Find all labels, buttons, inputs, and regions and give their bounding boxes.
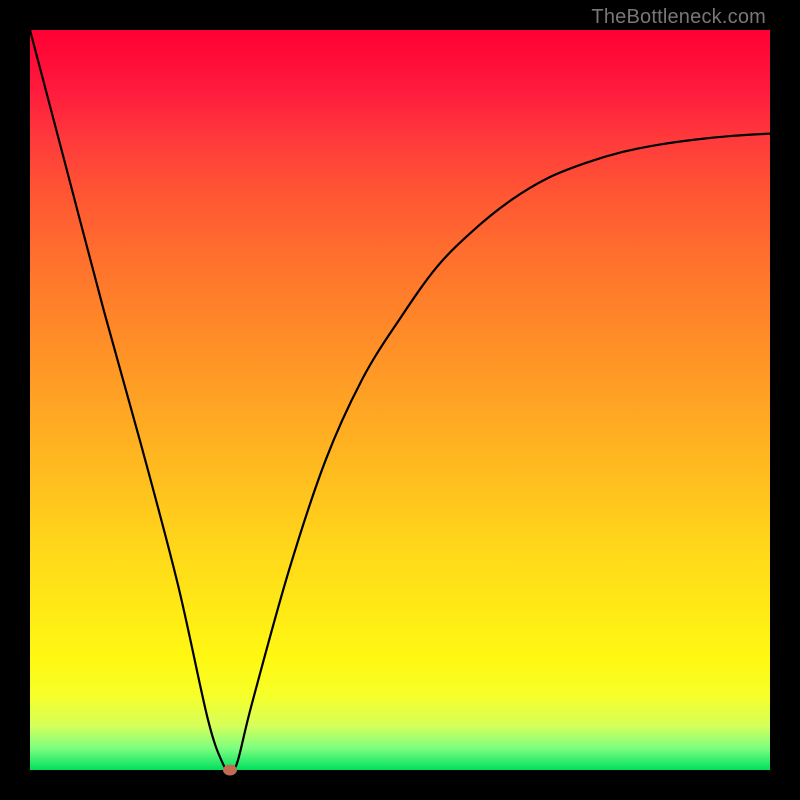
plot-area — [30, 30, 770, 770]
chart-container: TheBottleneck.com — [0, 0, 800, 800]
bottleneck-curve — [30, 30, 770, 770]
optimal-point-marker — [223, 765, 237, 776]
watermark-text: TheBottleneck.com — [591, 6, 766, 29]
curve-svg — [30, 30, 770, 770]
